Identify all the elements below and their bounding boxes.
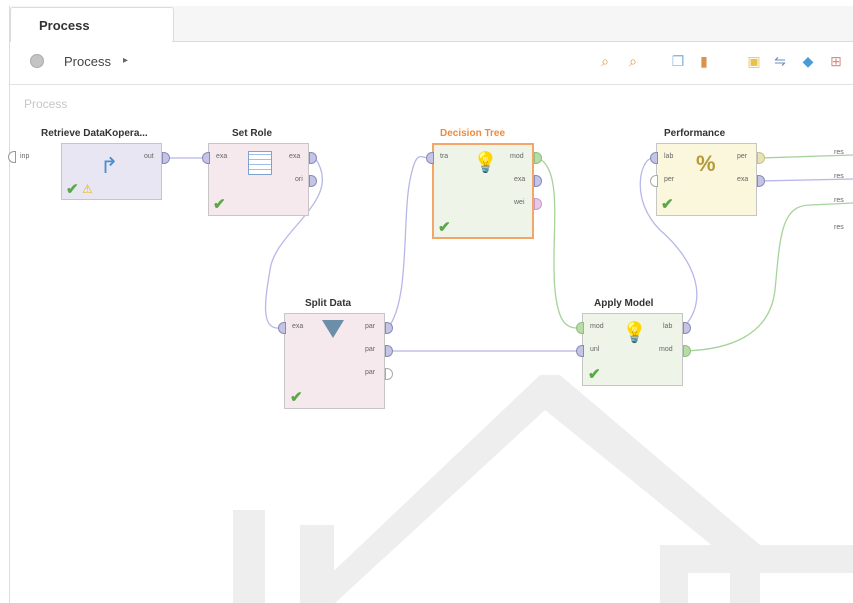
percent-icon: % xyxy=(696,151,716,176)
setrole-exa-in-port[interactable] xyxy=(202,152,210,164)
apply-mod-in-port[interactable] xyxy=(576,322,584,334)
operator-decisiontree-title: Decision Tree xyxy=(440,128,506,139)
split-par1-label: par xyxy=(365,323,376,330)
performance-per-out-label: per xyxy=(737,153,748,160)
tree-exa-label: exa xyxy=(514,176,526,183)
warning-icon: ⚠ xyxy=(82,182,93,196)
process-inp-label: inp xyxy=(20,153,30,160)
lightbulb-icon: 💡 xyxy=(473,152,498,174)
split-exa-port[interactable] xyxy=(278,322,286,334)
wire-apply-res xyxy=(682,202,853,352)
apply-mod-in-label: mod xyxy=(590,323,604,330)
check-icon: ✔ xyxy=(588,366,601,383)
retrieve-out-label: out xyxy=(144,153,154,160)
performance-exa-label: exa xyxy=(737,176,749,183)
setrole-exa-out-label: exa xyxy=(289,153,301,160)
tree-tra-port[interactable] xyxy=(426,152,434,164)
result-port-3-label[interactable]: res xyxy=(834,197,844,204)
lightbulb-icon: 💡 xyxy=(622,322,647,344)
operator-retrieve-title: Retrieve DataKopera... xyxy=(41,128,148,139)
apply-mod-out-label: mod xyxy=(659,346,673,353)
check-icon: ✔ xyxy=(438,219,451,236)
apply-unl-label: unl xyxy=(590,346,600,353)
performance-lab-label: lab xyxy=(664,153,674,160)
split-par2-label: par xyxy=(365,346,376,353)
check-icon: ✔ xyxy=(661,196,674,213)
check-icon: ✔ xyxy=(290,389,303,406)
performance-per-in-port[interactable] xyxy=(650,175,658,187)
apply-lab-label: lab xyxy=(663,323,673,330)
wire-split-tree xyxy=(387,155,429,329)
performance-per-in-label: per xyxy=(664,176,675,183)
tree-tra-label: tra xyxy=(440,153,449,160)
tree-wei-label: wei xyxy=(514,199,525,206)
filter-icon xyxy=(322,320,344,338)
result-port-1-label[interactable]: res xyxy=(834,149,844,156)
check-icon: ✔ xyxy=(213,196,226,213)
connection-wires xyxy=(169,154,853,352)
table-icon xyxy=(248,151,272,175)
setrole-exa-in-label: exa xyxy=(216,153,228,160)
check-icon: ✔ xyxy=(66,181,79,198)
wire-tree-apply xyxy=(537,157,578,329)
split-exa-label: exa xyxy=(292,323,304,330)
operator-splitdata-title: Split Data xyxy=(305,298,352,309)
split-par3-label: par xyxy=(365,369,376,376)
setrole-ori-label: ori xyxy=(295,176,303,183)
operator-performance-title: Performance xyxy=(664,128,726,139)
result-port-2-label[interactable]: res xyxy=(834,173,844,180)
tree-mod-label: mod xyxy=(510,153,524,160)
operator-applymodel-title: Apply Model xyxy=(594,298,654,309)
operator-setrole-title: Set Role xyxy=(232,128,273,139)
apply-unl-port[interactable] xyxy=(576,345,584,357)
result-port-4-label[interactable]: res xyxy=(834,224,844,231)
retrieve-icon: ↱ xyxy=(100,153,119,178)
process-inp-port[interactable] xyxy=(8,151,16,163)
performance-lab-port[interactable] xyxy=(650,152,658,164)
